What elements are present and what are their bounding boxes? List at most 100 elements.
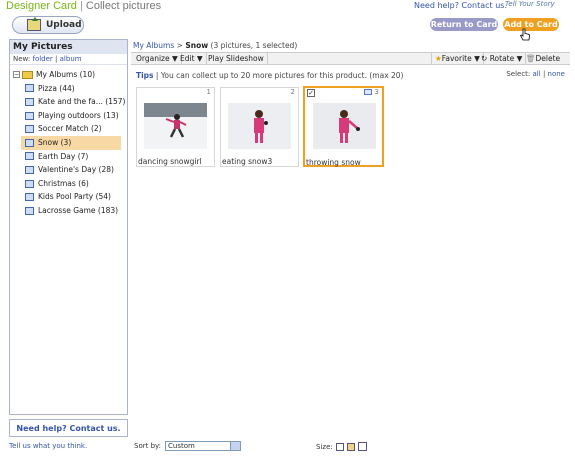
- size-large-icon[interactable]: [357, 442, 367, 451]
- picture-image: [144, 103, 207, 149]
- rotate-menu[interactable]: ↻ Rotate ▼: [478, 53, 527, 64]
- tips-text: | You can collect up to 20 more pictures…: [155, 71, 404, 80]
- tips-row: Tips | You can collect up to 20 more pic…: [136, 71, 403, 80]
- album-label: Kate and the fa... (157): [38, 97, 126, 107]
- album-item-valentines-day[interactable]: Valentine's Day (28): [10, 163, 127, 177]
- picture-number: 3: [374, 88, 379, 96]
- album-label: Soccer Match (2): [38, 124, 102, 134]
- picture-caption: dancing snowgirl: [138, 157, 202, 166]
- album-item-lacrosse-game[interactable]: Lacrosse Game (183): [10, 204, 127, 218]
- delete-label: Delete: [535, 54, 561, 63]
- picture-image: [313, 103, 376, 149]
- play-slideshow-button[interactable]: Play Slideshow: [205, 53, 268, 64]
- picture-thumbnail-selected[interactable]: ✓ 3 throwing snow: [303, 86, 384, 167]
- select-all-link[interactable]: all: [533, 70, 541, 78]
- app-title: Designer Card: [6, 0, 77, 12]
- breadcrumb-current: Snow: [185, 41, 209, 50]
- my-pictures-panel: My Pictures New: folder | album − My Alb…: [9, 39, 128, 415]
- album-icon: [25, 138, 34, 147]
- new-label: New:: [13, 55, 31, 63]
- select-label: Select:: [506, 70, 531, 78]
- album-label: Lacrosse Game (183): [38, 205, 119, 215]
- album-item-snow[interactable]: Snow (3): [21, 135, 121, 150]
- folder-icon: [22, 70, 33, 79]
- album-item-earth-day[interactable]: Earth Day (7): [10, 150, 127, 164]
- upload-icon: [27, 17, 41, 31]
- album-item-kate[interactable]: Kate and the fa... (157): [10, 95, 127, 109]
- add-to-card-button[interactable]: Add to Card: [503, 18, 559, 31]
- new-row: New: folder | album: [10, 54, 127, 65]
- size-label: Size:: [316, 442, 333, 451]
- picture-caption: eating snow3: [222, 157, 273, 166]
- select-none-link[interactable]: none: [548, 70, 565, 78]
- album-item-kids-pool-party[interactable]: Kids Pool Party (54): [10, 190, 127, 204]
- title-separator: |: [79, 0, 83, 12]
- picture-caption: throwing snow: [306, 158, 361, 167]
- page-header-title: Designer Card | Collect pictures: [6, 0, 161, 12]
- album-tree: − My Albums (10) Pizza (44) Kate and the…: [10, 65, 127, 218]
- sort-label: Sort by:: [134, 442, 162, 450]
- breadcrumb-separator: >: [176, 41, 183, 50]
- album-label: Playing outdoors (13): [38, 110, 119, 120]
- album-item-pizza[interactable]: Pizza (44): [10, 82, 127, 96]
- select-row: Select: all | none: [506, 70, 565, 78]
- tell-your-story-link[interactable]: Tell Your Story: [505, 0, 555, 8]
- album-label: Kids Pool Party (54): [38, 192, 111, 202]
- sort-control: Sort by: Custom: [134, 441, 242, 451]
- size-control: Size:: [316, 442, 367, 451]
- album-icon: [25, 206, 34, 215]
- rotate-icon: ↻: [481, 54, 488, 63]
- new-album-link[interactable]: album: [60, 55, 82, 63]
- album-icon: [25, 97, 34, 106]
- breadcrumb-count: (3 pictures, 1 selected): [210, 41, 298, 50]
- tree-root-my-albums[interactable]: − My Albums (10): [10, 68, 127, 82]
- size-small-icon[interactable]: [335, 442, 344, 451]
- breadcrumb-my-albums[interactable]: My Albums: [133, 41, 174, 50]
- collapse-icon[interactable]: −: [13, 71, 20, 79]
- new-separator: |: [55, 55, 58, 63]
- tree-root-label: My Albums (10): [36, 70, 96, 79]
- delete-button[interactable]: 🗑Delete: [523, 53, 563, 64]
- trash-icon: 🗑: [526, 54, 536, 63]
- favorite-menu[interactable]: ★Favorite ▼: [431, 53, 484, 64]
- page-title: Collect pictures: [85, 0, 162, 12]
- album-label: Earth Day (7): [38, 151, 89, 161]
- sidebar-title: My Pictures: [10, 40, 127, 54]
- picture-number: 2: [290, 88, 295, 96]
- return-to-card-button[interactable]: Return to Card: [430, 18, 498, 31]
- top-help-link[interactable]: Need help? Contact us.: [414, 1, 507, 10]
- album-icon: [25, 152, 34, 161]
- picture-image: [228, 103, 291, 149]
- picture-thumbnail[interactable]: 2 eating snow3: [220, 87, 299, 167]
- album-label: Snow (3): [38, 137, 72, 147]
- comment-icon[interactable]: [364, 89, 372, 95]
- album-label: Valentine's Day (28): [38, 165, 114, 175]
- tips-label: Tips: [136, 71, 154, 80]
- album-label: Christmas (6): [38, 178, 89, 188]
- album-icon: [25, 179, 34, 188]
- album-icon: [25, 165, 34, 174]
- selected-checkbox[interactable]: ✓: [307, 89, 315, 97]
- help-contact-button[interactable]: Need help? Contact us.: [9, 419, 128, 437]
- size-medium-icon[interactable]: [346, 442, 355, 451]
- album-icon: [25, 125, 34, 134]
- select-separator: |: [542, 70, 546, 78]
- picture-toolbar: Organize ▼ Edit ▼ Play Slideshow ★Favori…: [131, 52, 570, 65]
- new-folder-link[interactable]: folder: [32, 55, 52, 63]
- feedback-link[interactable]: Tell us what you think.: [9, 442, 87, 450]
- edit-menu[interactable]: Edit ▼: [177, 53, 207, 64]
- album-item-soccer-match[interactable]: Soccer Match (2): [10, 122, 127, 136]
- picture-thumbnail[interactable]: 1 dancing snowgirl: [136, 87, 215, 167]
- album-label: Pizza (44): [38, 83, 75, 93]
- album-item-playing-outdoors[interactable]: Playing outdoors (13): [10, 109, 127, 123]
- favorite-label: Favorite ▼: [441, 54, 480, 63]
- star-icon: ★: [435, 54, 442, 63]
- picture-number: 1: [206, 88, 211, 96]
- upload-label: Upload: [46, 20, 82, 30]
- rotate-label: Rotate ▼: [489, 54, 523, 63]
- album-item-christmas[interactable]: Christmas (6): [10, 177, 127, 191]
- upload-button[interactable]: Upload: [12, 16, 84, 34]
- organize-menu[interactable]: Organize ▼: [133, 53, 182, 64]
- sort-select[interactable]: Custom: [165, 441, 242, 451]
- album-icon: [25, 193, 34, 202]
